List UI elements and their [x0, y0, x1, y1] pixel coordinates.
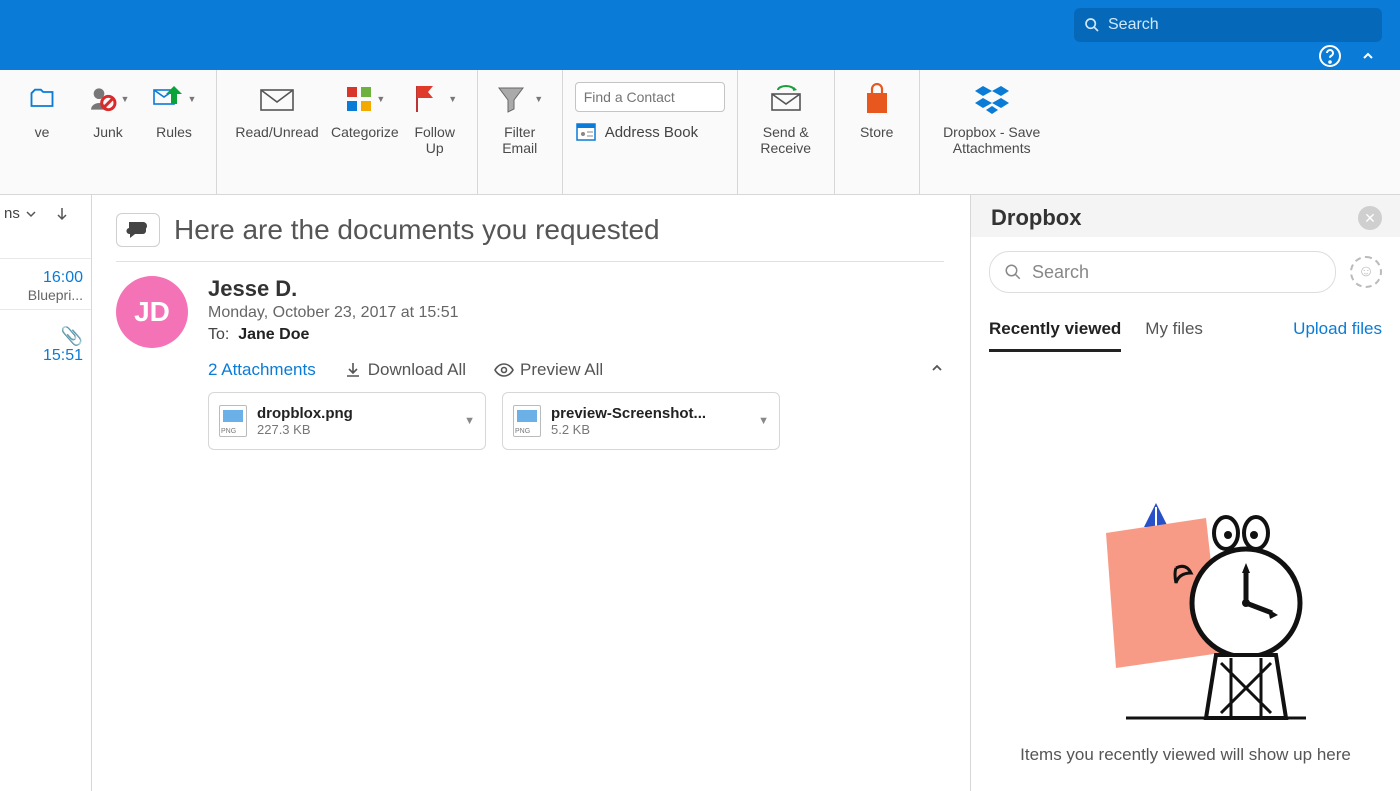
- rules-icon: [152, 84, 186, 114]
- chevron-down-icon[interactable]: ▼: [121, 94, 130, 104]
- message-date: Monday, October 23, 2017 at 15:51: [208, 304, 944, 322]
- collapse-ribbon-icon[interactable]: [1360, 48, 1376, 64]
- chevron-down-icon: [26, 209, 36, 219]
- junk-button[interactable]: ▼ Junk: [78, 78, 138, 194]
- attachment-card[interactable]: preview-Screenshot... 5.2 KB ▼: [502, 392, 780, 450]
- dropbox-empty-state: Items you recently viewed will show up h…: [989, 352, 1382, 777]
- junk-icon: [87, 83, 119, 115]
- to-line: To: Jane Doe: [208, 326, 944, 344]
- global-search-placeholder: Search: [1108, 16, 1159, 34]
- read-unread-button[interactable]: Read/Unread: [229, 78, 325, 194]
- chevron-down-icon[interactable]: ▼: [376, 94, 385, 104]
- folder-move-icon: [28, 85, 56, 113]
- address-book-button[interactable]: Address Book: [575, 122, 725, 142]
- file-png-icon: [513, 405, 541, 437]
- categorize-button[interactable]: ▼ Categorize: [331, 78, 399, 194]
- follow-up-button[interactable]: ▼ Follow Up: [405, 78, 465, 194]
- chevron-down-icon[interactable]: ▼: [758, 415, 769, 427]
- chevron-down-icon[interactable]: ▼: [448, 94, 457, 104]
- message-list-sliver: ns 16:00 Bluepri... 📎 15:51: [0, 195, 92, 791]
- address-book-label: Address Book: [605, 124, 698, 141]
- filter-email-button[interactable]: ▼ Filter Email: [490, 78, 550, 194]
- folder-dropdown[interactable]: ns: [0, 199, 91, 228]
- list-item[interactable]: 16:00 Bluepri...: [0, 258, 91, 309]
- funnel-icon: [496, 84, 526, 114]
- download-icon: [344, 361, 362, 379]
- collapse-attachments-icon[interactable]: [930, 360, 944, 380]
- send-receive-button[interactable]: Send & Receive: [750, 78, 822, 194]
- dropbox-search-input[interactable]: Search: [989, 251, 1336, 293]
- find-contact-input[interactable]: [575, 82, 725, 112]
- attachment-card[interactable]: dropblox.png 227.3 KB ▼: [208, 392, 486, 450]
- file-png-icon: [219, 405, 247, 437]
- flag-icon: [412, 84, 438, 114]
- dropbox-save-button[interactable]: Dropbox - Save Attachments: [932, 78, 1052, 194]
- chevron-down-icon[interactable]: ▼: [188, 94, 197, 104]
- sort-down-icon[interactable]: [56, 207, 68, 221]
- tab-recently-viewed[interactable]: Recently viewed: [989, 319, 1121, 352]
- help-icon[interactable]: [1318, 44, 1342, 68]
- reading-pane: Here are the documents you requested JD …: [92, 195, 970, 791]
- chevron-down-icon[interactable]: ▼: [464, 415, 475, 427]
- upload-files-link[interactable]: Upload files: [1293, 319, 1382, 352]
- app-titlebar: Search: [0, 0, 1400, 70]
- global-search[interactable]: Search: [1074, 8, 1382, 42]
- search-icon: [1084, 17, 1100, 33]
- list-item[interactable]: 📎 15:51: [0, 309, 91, 371]
- dropbox-pane: Dropbox ✕ Search ☺ Recently viewed My fi…: [970, 195, 1400, 791]
- rules-button[interactable]: ▼ Rules: [144, 78, 204, 194]
- store-icon: [863, 83, 891, 115]
- sender-avatar: JD: [116, 276, 188, 348]
- empty-state-illustration: [1056, 473, 1316, 723]
- dropbox-pane-title: Dropbox: [991, 205, 1358, 231]
- recipient-name: Jane Doe: [238, 326, 309, 343]
- dropbox-icon: [973, 84, 1011, 114]
- preview-all-button[interactable]: Preview All: [494, 360, 603, 380]
- download-all-button[interactable]: Download All: [344, 360, 466, 380]
- emoji-icon[interactable]: ☺: [1350, 256, 1382, 288]
- tab-my-files[interactable]: My files: [1145, 319, 1203, 352]
- address-book-icon: [575, 122, 597, 142]
- eye-icon: [494, 363, 514, 377]
- main-content: ns 16:00 Bluepri... 📎 15:51 Here are the…: [0, 195, 1400, 791]
- attachments-count-link[interactable]: 2 Attachments: [208, 360, 316, 380]
- ribbon-toolbar: ve ▼ Junk ▼ Rules Read/Unread ▼: [0, 70, 1400, 195]
- search-icon: [1004, 263, 1022, 281]
- move-button[interactable]: ve: [12, 78, 72, 194]
- send-receive-icon: [768, 84, 804, 114]
- categorize-icon: [344, 84, 374, 114]
- envelope-icon: [257, 84, 297, 114]
- message-subject: Here are the documents you requested: [174, 214, 660, 246]
- empty-state-text: Items you recently viewed will show up h…: [1020, 743, 1351, 767]
- chevron-down-icon[interactable]: ▼: [534, 94, 543, 104]
- close-icon[interactable]: ✕: [1358, 206, 1382, 230]
- store-button[interactable]: Store: [847, 78, 907, 194]
- sender-name: Jesse D.: [208, 276, 944, 302]
- conversation-icon[interactable]: [116, 213, 160, 247]
- paperclip-icon: 📎: [4, 326, 83, 347]
